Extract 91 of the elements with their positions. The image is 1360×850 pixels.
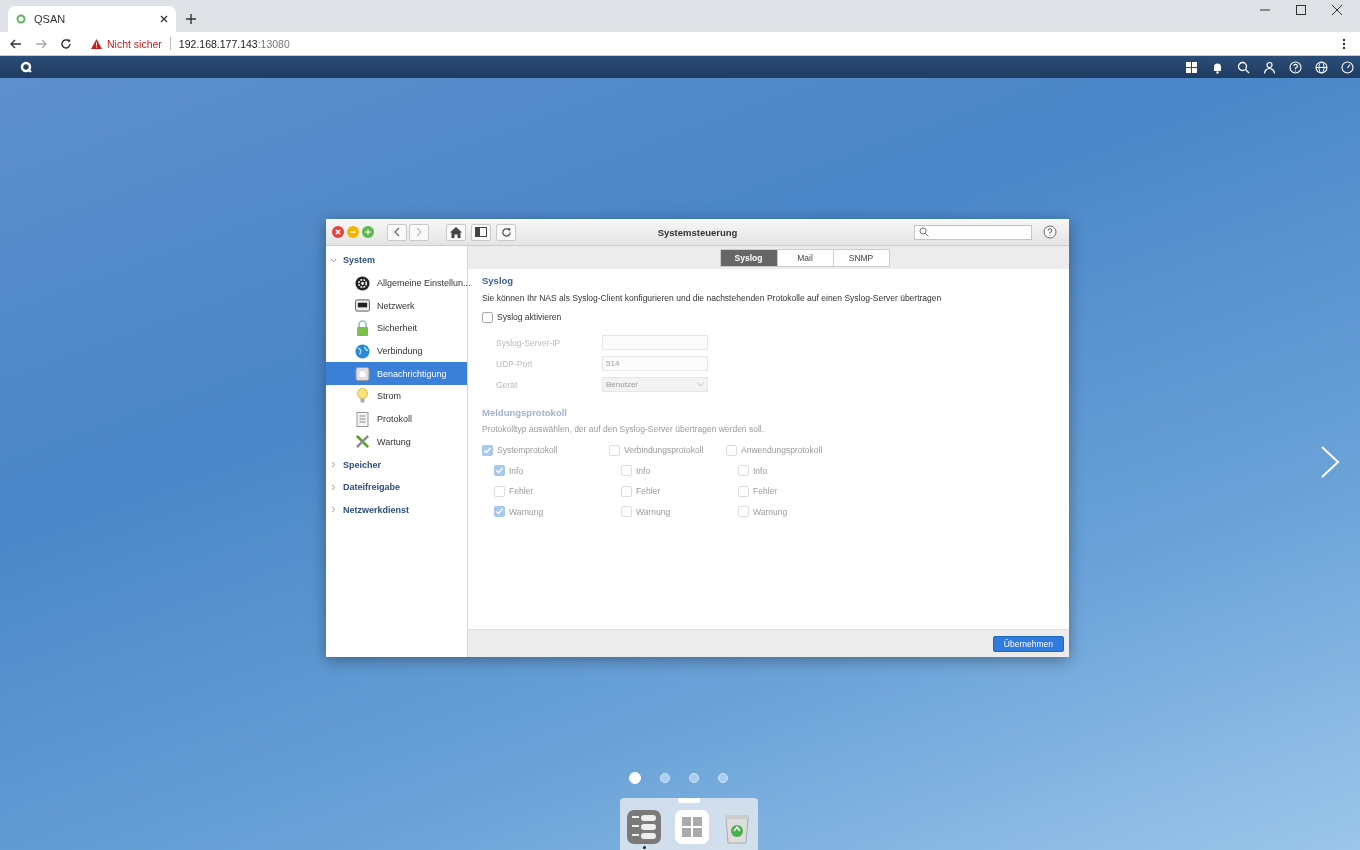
gauge-icon[interactable]	[1341, 60, 1354, 74]
user-icon[interactable]	[1263, 60, 1276, 74]
sidebar-toggle-button[interactable]	[471, 223, 491, 241]
page-dot[interactable]	[718, 773, 728, 783]
page-dot[interactable]	[660, 773, 670, 783]
checkbox-label: Fehler	[636, 486, 661, 496]
sidebar-item[interactable]: Verbindung	[326, 339, 467, 363]
lock-icon	[355, 320, 370, 337]
section-description: Protokolltyp auswählen, der auf den Syslog-Server übertragen werden soll.	[482, 424, 766, 434]
field-label: UDP-Port	[496, 358, 534, 369]
section-heading: Syslog	[482, 275, 515, 286]
search-field[interactable]	[914, 224, 1032, 240]
warning-icon	[91, 38, 102, 49]
input-field[interactable]	[602, 335, 708, 350]
section-heading: Meldungsprotokoll	[482, 407, 568, 418]
browser-tab[interactable]: QSAN	[8, 6, 176, 32]
sidebar-group[interactable]: Speicher	[326, 453, 467, 476]
sidebar-item[interactable]: Wartung	[326, 430, 467, 454]
sidebar-icon	[475, 227, 487, 237]
tab[interactable]: Syslog	[720, 249, 777, 266]
checkbox-label: Verbindungsprotokoll	[624, 445, 704, 455]
network-device-icon	[355, 299, 370, 313]
checkbox-label: Warnung	[636, 506, 671, 517]
home-button[interactable]	[446, 223, 466, 241]
new-tab-icon[interactable]	[186, 14, 196, 24]
gear-icon	[355, 275, 370, 291]
search-icon	[919, 227, 929, 237]
field-label: Gerät	[496, 379, 519, 390]
checkbox-label: Info	[509, 465, 524, 476]
grid-icon[interactable]	[1185, 60, 1198, 74]
checkbox[interactable]	[482, 311, 493, 323]
checkbox-label: Systemprotokoll	[497, 445, 558, 455]
checkbox-label: Anwendungsprotokoll	[741, 445, 823, 455]
checkbox-label: Fehler	[509, 486, 534, 496]
url-text: 192.168.177.143:13080	[178, 37, 290, 50]
checkbox-label: Info	[753, 465, 768, 476]
page-dot[interactable]	[689, 773, 699, 783]
chevron-right-icon	[330, 483, 337, 491]
tab[interactable]: Mail	[776, 249, 833, 266]
sidebar-group[interactable]: Netzwerkdienst	[326, 498, 467, 522]
address-bar[interactable]: Nicht sicher 192.168.177.143:13080	[85, 33, 1329, 54]
sidebar-group[interactable]: System	[326, 249, 467, 272]
home-icon	[450, 226, 462, 238]
menu-icon[interactable]	[1342, 37, 1346, 50]
chevron-right-icon	[330, 506, 337, 514]
chevron-left-icon	[393, 227, 401, 237]
forward-button[interactable]	[409, 223, 429, 241]
checkbox-label: Warnung	[753, 506, 788, 517]
sidebar-item[interactable]: Strom	[326, 385, 467, 408]
chevron-right-icon[interactable]	[1320, 445, 1340, 479]
reload-icon	[500, 226, 512, 238]
sidebar-item[interactable]: Sicherheit	[326, 317, 467, 340]
globe-icon[interactable]	[1315, 60, 1328, 74]
window-title: Systemsteuerung	[657, 226, 738, 238]
security-label: Nicht sicher	[107, 37, 162, 50]
maximize-icon[interactable]	[1296, 5, 1306, 15]
sidebar-item[interactable]: Netzwerk	[326, 294, 467, 318]
close-icon[interactable]	[332, 226, 344, 238]
section-description: Sie können Ihr NAS als Syslog-Client konfigurieren und die nachstehenden Protokolle auf einen Syslog-Server übertragen	[482, 293, 943, 303]
toggles-icon[interactable]	[627, 810, 661, 844]
sidebar-group[interactable]: Dateifreigabe	[326, 475, 467, 499]
tab-title: QSAN	[34, 13, 67, 25]
close-icon[interactable]	[1332, 5, 1342, 15]
sidebar-item[interactable]: Benachrichtigung	[326, 362, 467, 386]
checkbox-label: Syslog aktivieren	[497, 312, 562, 322]
back-button[interactable]	[387, 223, 407, 241]
document-icon	[355, 411, 370, 427]
tab[interactable]: SNMP	[832, 249, 889, 266]
back-arrow-icon[interactable]	[10, 37, 22, 50]
tools-icon	[355, 434, 370, 450]
checkbox-label: Fehler	[753, 486, 778, 496]
forward-arrow-icon[interactable]	[35, 37, 47, 50]
close-tab-icon[interactable]	[160, 15, 168, 23]
dock-handle[interactable]	[678, 798, 700, 803]
reload-icon[interactable]	[60, 37, 72, 50]
search-icon[interactable]	[1237, 60, 1250, 74]
chevron-down-icon	[330, 256, 337, 264]
chevron-right-icon	[330, 461, 337, 469]
checkbox-label: Info	[636, 465, 651, 476]
apply-button[interactable]: Übernehmen	[992, 635, 1064, 652]
app-logo-icon	[16, 14, 26, 24]
globe-icon	[355, 343, 370, 359]
light-bulb-icon	[355, 388, 370, 405]
notification-icon	[355, 366, 370, 381]
sidebar-item[interactable]: Protokoll	[326, 407, 467, 431]
field-label: Syslog-Server-IP	[496, 337, 562, 348]
checkbox-label: Warnung	[509, 506, 544, 517]
app-logo-icon[interactable]	[20, 61, 32, 73]
chevron-down-icon	[697, 382, 704, 387]
chevron-right-icon	[415, 227, 423, 237]
refresh-button[interactable]	[496, 223, 516, 241]
